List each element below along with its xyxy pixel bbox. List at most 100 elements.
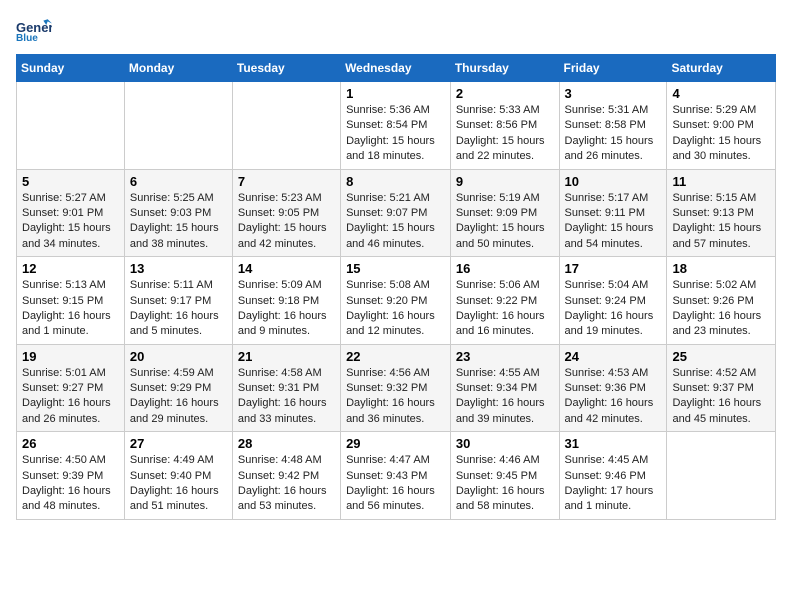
- day-number: 20: [130, 349, 227, 364]
- day-number: 24: [565, 349, 662, 364]
- calendar-cell: 6Sunrise: 5:25 AM Sunset: 9:03 PM Daylig…: [124, 169, 232, 257]
- day-number: 10: [565, 174, 662, 189]
- day-number: 25: [672, 349, 770, 364]
- day-number: 12: [22, 261, 119, 276]
- calendar-cell: 24 Sunrise: 4:53 AM Sunset: 9:36 PM Dayli…: [559, 344, 667, 432]
- calendar-header-monday: Monday: [124, 55, 232, 82]
- day-info: Sunrise: 5:06 AM Sunset: 9:22 PM Dayligh…: [456, 278, 554, 340]
- calendar-header-tuesday: Tuesday: [232, 55, 340, 82]
- day-number: 4: [672, 86, 770, 101]
- day-info: Sunrise: 5:13 AM Sunset: 9:15 PM Dayligh…: [22, 278, 119, 340]
- calendar-cell: [124, 82, 232, 170]
- calendar-cell: [667, 432, 776, 520]
- day-info: Sunrise: 5:04 AM Sunset: 9:24 PM Dayligh…: [565, 278, 662, 340]
- day-info: Sunrise: 4:52 AM Sunset: 9:37 PM Dayligh…: [672, 366, 770, 428]
- day-info: Sunrise: 5:09 AM Sunset: 9:18 PM Dayligh…: [238, 278, 335, 340]
- day-number: 19: [22, 349, 119, 364]
- calendar-cell: 23 Sunrise: 4:55 AM Sunset: 9:34 PM Dayli…: [450, 344, 559, 432]
- calendar-cell: 7Sunrise: 5:23 AM Sunset: 9:05 PM Daylig…: [232, 169, 340, 257]
- day-info: Sunrise: 5:36 AM Sunset: 8:54 PM Dayligh…: [346, 103, 445, 165]
- calendar-cell: 4 Sunrise: 5:29 AM Sunset: 9:00 PM Daylig…: [667, 82, 776, 170]
- day-number: 15: [346, 261, 445, 276]
- day-number: 27: [130, 436, 227, 451]
- calendar-week-row: 19 Sunrise: 5:01 AM Sunset: 9:27 PM Dayli…: [17, 344, 776, 432]
- day-info: Sunrise: 5:15 AM Sunset: 9:13 PM Dayligh…: [672, 191, 770, 253]
- day-number: 3: [565, 86, 662, 101]
- calendar-cell: 22 Sunrise: 4:56 AM Sunset: 9:32 PM Dayli…: [341, 344, 451, 432]
- calendar-cell: [232, 82, 340, 170]
- calendar-cell: 13Sunrise: 5:11 AM Sunset: 9:17 PM Dayli…: [124, 257, 232, 345]
- day-info: Sunrise: 4:56 AM Sunset: 9:32 PM Dayligh…: [346, 366, 445, 428]
- day-number: 8: [346, 174, 445, 189]
- calendar-cell: 3 Sunrise: 5:31 AM Sunset: 8:58 PM Daylig…: [559, 82, 667, 170]
- day-info: Sunrise: 5:31 AM Sunset: 8:58 PM Dayligh…: [565, 103, 662, 165]
- calendar-cell: 1 Sunrise: 5:36 AM Sunset: 8:54 PM Daylig…: [341, 82, 451, 170]
- day-info: Sunrise: 5:02 AM Sunset: 9:26 PM Dayligh…: [672, 278, 770, 340]
- day-info: Sunrise: 4:59 AM Sunset: 9:29 PM Dayligh…: [130, 366, 227, 428]
- day-info: Sunrise: 4:50 AM Sunset: 9:39 PM Dayligh…: [22, 453, 119, 515]
- day-info: Sunrise: 5:23 AM Sunset: 9:05 PM Dayligh…: [238, 191, 335, 253]
- calendar-cell: 11 Sunrise: 5:15 AM Sunset: 9:13 PM Dayli…: [667, 169, 776, 257]
- day-info: Sunrise: 4:58 AM Sunset: 9:31 PM Dayligh…: [238, 366, 335, 428]
- calendar-week-row: 1 Sunrise: 5:36 AM Sunset: 8:54 PM Daylig…: [17, 82, 776, 170]
- calendar-header-wednesday: Wednesday: [341, 55, 451, 82]
- calendar-cell: 14Sunrise: 5:09 AM Sunset: 9:18 PM Dayli…: [232, 257, 340, 345]
- day-number: 30: [456, 436, 554, 451]
- day-info: Sunrise: 5:27 AM Sunset: 9:01 PM Dayligh…: [22, 191, 119, 253]
- calendar-cell: 26 Sunrise: 4:50 AM Sunset: 9:39 PM Dayli…: [17, 432, 125, 520]
- day-info: Sunrise: 5:17 AM Sunset: 9:11 PM Dayligh…: [565, 191, 662, 253]
- day-info: Sunrise: 4:47 AM Sunset: 9:43 PM Dayligh…: [346, 453, 445, 515]
- day-info: Sunrise: 4:53 AM Sunset: 9:36 PM Dayligh…: [565, 366, 662, 428]
- day-info: Sunrise: 4:48 AM Sunset: 9:42 PM Dayligh…: [238, 453, 335, 515]
- calendar-header-row: SundayMondayTuesdayWednesdayThursdayFrid…: [17, 55, 776, 82]
- calendar-header-thursday: Thursday: [450, 55, 559, 82]
- day-number: 9: [456, 174, 554, 189]
- calendar-cell: 5 Sunrise: 5:27 AM Sunset: 9:01 PM Daylig…: [17, 169, 125, 257]
- calendar-week-row: 26 Sunrise: 4:50 AM Sunset: 9:39 PM Dayli…: [17, 432, 776, 520]
- calendar-cell: 28 Sunrise: 4:48 AM Sunset: 9:42 PM Dayli…: [232, 432, 340, 520]
- day-info: Sunrise: 4:49 AM Sunset: 9:40 PM Dayligh…: [130, 453, 227, 515]
- calendar-cell: 31Sunrise: 4:45 AM Sunset: 9:46 PM Dayli…: [559, 432, 667, 520]
- day-info: Sunrise: 5:08 AM Sunset: 9:20 PM Dayligh…: [346, 278, 445, 340]
- calendar-week-row: 12 Sunrise: 5:13 AM Sunset: 9:15 PM Dayli…: [17, 257, 776, 345]
- calendar-cell: 10 Sunrise: 5:17 AM Sunset: 9:11 PM Dayli…: [559, 169, 667, 257]
- day-info: Sunrise: 5:29 AM Sunset: 9:00 PM Dayligh…: [672, 103, 770, 165]
- calendar-week-row: 5 Sunrise: 5:27 AM Sunset: 9:01 PM Daylig…: [17, 169, 776, 257]
- logo: General Blue: [16, 16, 52, 44]
- day-info: Sunrise: 4:55 AM Sunset: 9:34 PM Dayligh…: [456, 366, 554, 428]
- calendar-cell: 17Sunrise: 5:04 AM Sunset: 9:24 PM Dayli…: [559, 257, 667, 345]
- svg-text:Blue: Blue: [16, 33, 38, 44]
- calendar-cell: 16 Sunrise: 5:06 AM Sunset: 9:22 PM Dayli…: [450, 257, 559, 345]
- day-number: 28: [238, 436, 335, 451]
- calendar-cell: 27 Sunrise: 4:49 AM Sunset: 9:40 PM Dayli…: [124, 432, 232, 520]
- day-number: 1: [346, 86, 445, 101]
- page-header: General Blue: [16, 16, 776, 44]
- calendar-cell: 18Sunrise: 5:02 AM Sunset: 9:26 PM Dayli…: [667, 257, 776, 345]
- day-number: 23: [456, 349, 554, 364]
- day-number: 11: [672, 174, 770, 189]
- calendar-cell: 20 Sunrise: 4:59 AM Sunset: 9:29 PM Dayli…: [124, 344, 232, 432]
- calendar-cell: [17, 82, 125, 170]
- day-number: 5: [22, 174, 119, 189]
- day-number: 31: [565, 436, 662, 451]
- day-number: 22: [346, 349, 445, 364]
- calendar-cell: 9 Sunrise: 5:19 AM Sunset: 9:09 PM Daylig…: [450, 169, 559, 257]
- day-number: 6: [130, 174, 227, 189]
- calendar-header-friday: Friday: [559, 55, 667, 82]
- day-number: 29: [346, 436, 445, 451]
- day-info: Sunrise: 5:01 AM Sunset: 9:27 PM Dayligh…: [22, 366, 119, 428]
- calendar-table: SundayMondayTuesdayWednesdayThursdayFrid…: [16, 54, 776, 520]
- calendar-header-sunday: Sunday: [17, 55, 125, 82]
- calendar-cell: 19 Sunrise: 5:01 AM Sunset: 9:27 PM Dayli…: [17, 344, 125, 432]
- calendar-cell: 8Sunrise: 5:21 AM Sunset: 9:07 PM Daylig…: [341, 169, 451, 257]
- day-number: 16: [456, 261, 554, 276]
- day-info: Sunrise: 5:19 AM Sunset: 9:09 PM Dayligh…: [456, 191, 554, 253]
- calendar-cell: 29 Sunrise: 4:47 AM Sunset: 9:43 PM Dayli…: [341, 432, 451, 520]
- calendar-cell: 21Sunrise: 4:58 AM Sunset: 9:31 PM Dayli…: [232, 344, 340, 432]
- calendar-cell: 25 Sunrise: 4:52 AM Sunset: 9:37 PM Dayli…: [667, 344, 776, 432]
- calendar-cell: 2 Sunrise: 5:33 AM Sunset: 8:56 PM Daylig…: [450, 82, 559, 170]
- day-info: Sunrise: 5:33 AM Sunset: 8:56 PM Dayligh…: [456, 103, 554, 165]
- day-number: 26: [22, 436, 119, 451]
- day-number: 13: [130, 261, 227, 276]
- day-number: 2: [456, 86, 554, 101]
